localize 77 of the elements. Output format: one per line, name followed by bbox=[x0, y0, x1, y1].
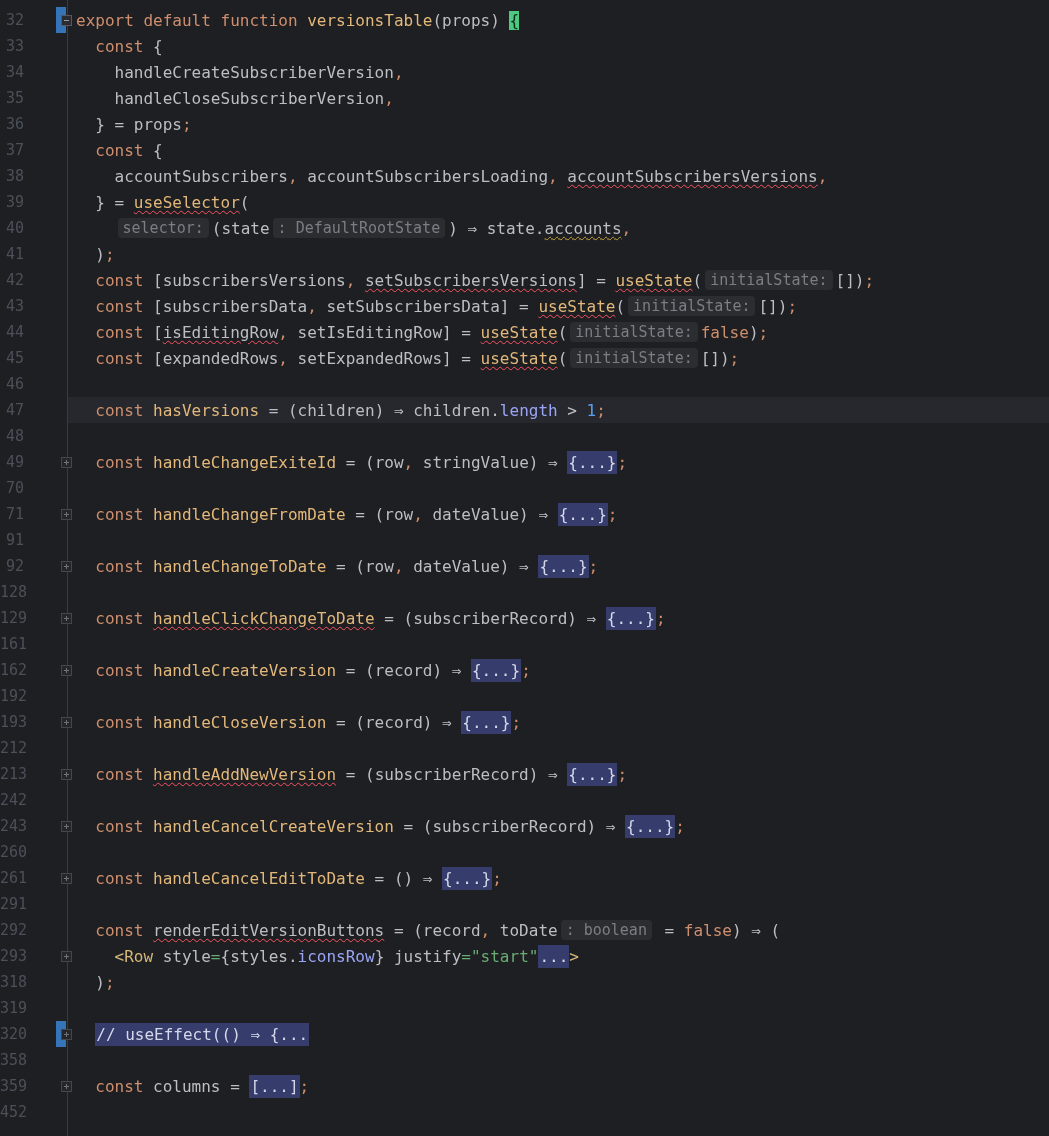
code-text: const handleClickChangeToDate = (subscriberRecord) ⇒ bbox=[95, 608, 598, 628]
inlay-hint: initialState: bbox=[570, 322, 698, 342]
code-text: export default function versionsTable(props) { bbox=[76, 10, 520, 30]
code-text: ; bbox=[299, 1076, 310, 1096]
inlay-hint: initialState: bbox=[628, 296, 756, 316]
code-text: ; bbox=[511, 712, 522, 732]
code-text: ; bbox=[607, 504, 618, 524]
folded-code[interactable]: ... bbox=[538, 944, 570, 968]
code-text: ); bbox=[95, 972, 115, 992]
inlay-hint: : boolean bbox=[560, 920, 652, 940]
code-text: const handleCancelCreateVersion = (subscriberRecord) ⇒ bbox=[95, 816, 617, 836]
plus-icon[interactable] bbox=[61, 561, 72, 572]
folded-code[interactable]: {...} bbox=[470, 658, 522, 682]
folded-code[interactable]: {...} bbox=[538, 554, 589, 578]
code-text: ; bbox=[617, 452, 628, 472]
code-text: const [isEditingRow, setIsEditingRow] = useState( bbox=[95, 322, 568, 342]
code-text: []); bbox=[700, 348, 740, 368]
code-text: const handleCreateVersion = (record) ⇒ bbox=[95, 660, 463, 680]
code-text: accountSubscribers, accountSubscribersLoading, accountSubscribersVersions, bbox=[114, 166, 828, 186]
code-text: const { bbox=[95, 36, 163, 56]
code-text: []); bbox=[758, 296, 798, 316]
folded-code[interactable]: {...} bbox=[625, 814, 676, 838]
plus-icon[interactable] bbox=[61, 509, 72, 520]
code-text: const [subscribersData, setSubscribersData] = useState( bbox=[95, 296, 626, 316]
inlay-hint: initialState: bbox=[705, 270, 833, 290]
code-text: ; bbox=[521, 660, 531, 680]
inlay-hint: initialState: bbox=[570, 348, 698, 368]
code-text: (state bbox=[211, 218, 270, 238]
minus-icon[interactable] bbox=[61, 15, 72, 26]
code-text: const hasVersions = (children) ⇒ children.length > 1; bbox=[95, 400, 606, 420]
inlay-hint: selector: bbox=[117, 218, 209, 238]
code-text: ; bbox=[617, 764, 628, 784]
code-text: } = useSelector( bbox=[95, 192, 250, 212]
code-text: const handleChangeExiteId = (row, stringValue) ⇒ bbox=[95, 452, 559, 472]
code-text: const handleChangeToDate = (row, dateValue) ⇒ bbox=[95, 556, 530, 576]
code-text: []); bbox=[835, 270, 875, 290]
code-text: const [subscribersVersions, setSubscribersVersions] = useState( bbox=[95, 270, 703, 290]
plus-icon[interactable] bbox=[61, 665, 72, 676]
code-text: ); bbox=[95, 244, 115, 264]
plus-icon[interactable] bbox=[61, 1029, 72, 1040]
code-text: ; bbox=[675, 816, 685, 836]
folded-code[interactable]: [...] bbox=[249, 1074, 300, 1098]
folded-code[interactable]: {...} bbox=[605, 606, 656, 630]
code-text: ; bbox=[492, 868, 502, 888]
folded-code[interactable]: {...} bbox=[442, 866, 493, 890]
code-text: const { bbox=[95, 140, 163, 160]
code-text: <Row style={styles.iconsRow} justify="start" bbox=[114, 946, 539, 966]
code-text: ; bbox=[588, 556, 599, 576]
plus-icon[interactable] bbox=[61, 1081, 72, 1092]
folded-code[interactable]: {...} bbox=[567, 762, 618, 786]
code-text: const handleCloseVersion = (record) ⇒ bbox=[95, 712, 453, 732]
code-text: } = props; bbox=[95, 114, 192, 134]
plus-icon[interactable] bbox=[61, 717, 72, 728]
code-text: handleCloseSubscriberVersion, bbox=[114, 88, 394, 108]
code-text: ) ⇒ state.accounts, bbox=[448, 218, 632, 238]
plus-icon[interactable] bbox=[61, 951, 72, 962]
plus-icon[interactable] bbox=[61, 613, 72, 624]
code-text: = false) ⇒ ( bbox=[663, 920, 781, 940]
folded-code[interactable]: // useEffect(() ⇒ {... bbox=[95, 1022, 310, 1046]
folded-code[interactable]: {...} bbox=[567, 450, 618, 474]
folded-code[interactable]: {...} bbox=[557, 502, 608, 526]
folded-code[interactable]: {...} bbox=[461, 710, 512, 734]
plus-icon[interactable] bbox=[61, 821, 72, 832]
code-text: const renderEditVersionButtons = (record, toDate bbox=[95, 920, 558, 940]
plus-icon[interactable] bbox=[61, 769, 72, 780]
code-text: false); bbox=[700, 322, 769, 342]
code-text: const columns = bbox=[95, 1076, 241, 1096]
code-text: ; bbox=[656, 608, 666, 628]
inlay-hint: : DefaultRootState bbox=[272, 218, 446, 238]
code-text: handleCreateSubscriberVersion, bbox=[114, 62, 404, 82]
code-text: const handleAddNewVersion = (subscriberRecord) ⇒ bbox=[95, 764, 559, 784]
plus-icon[interactable] bbox=[61, 457, 72, 468]
code-text: const handleCancelEditToDate = () ⇒ bbox=[95, 868, 434, 888]
code-text: const [expandedRows, setExpandedRows] = useState( bbox=[95, 348, 568, 368]
plus-icon[interactable] bbox=[61, 873, 72, 884]
code-text: > bbox=[569, 946, 579, 966]
code-text: const handleChangeFromDate = (row, dateValue) ⇒ bbox=[95, 504, 549, 524]
